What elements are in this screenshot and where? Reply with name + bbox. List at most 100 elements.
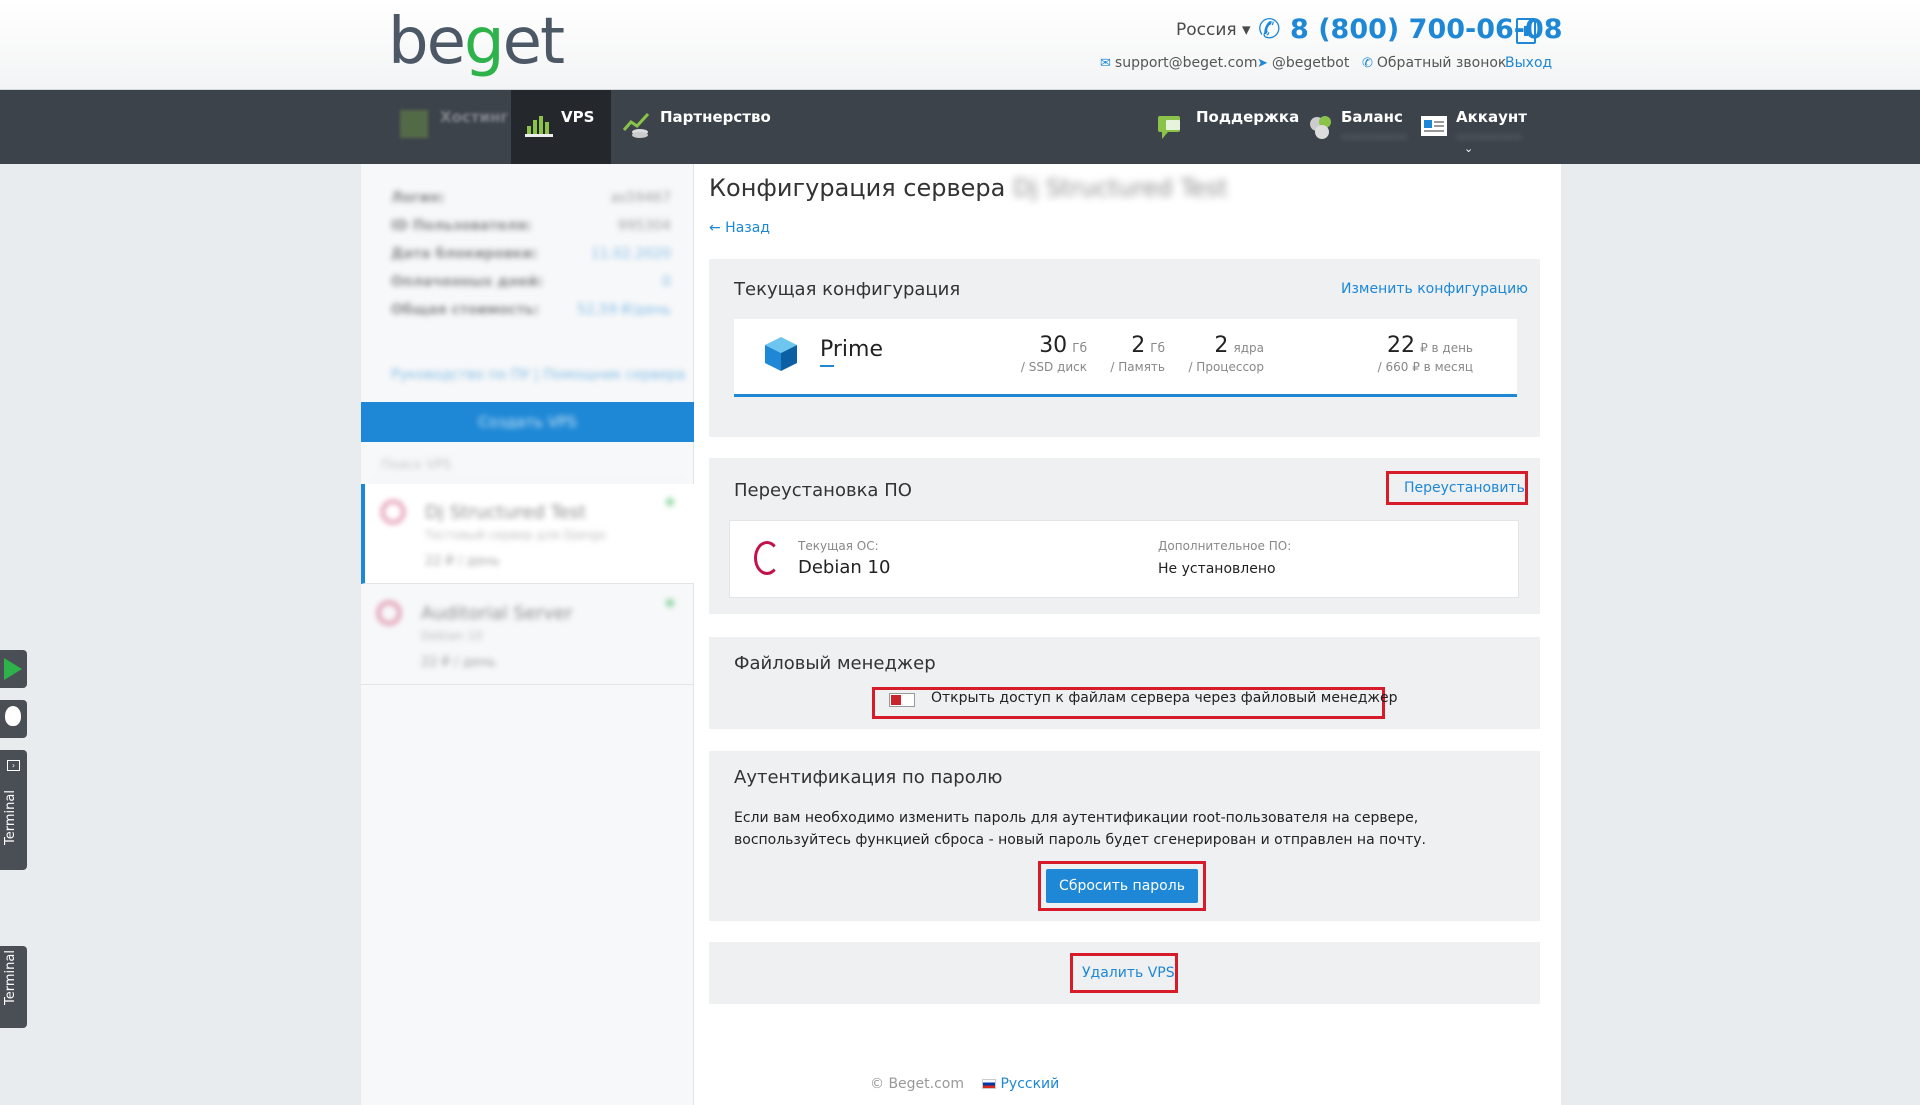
nav-vps[interactable]: VPS — [511, 90, 611, 164]
stat-row: Дата блокировки: 11.02.2020 — [391, 246, 671, 274]
nav-partnership[interactable]: Партнерство — [620, 90, 780, 164]
file-manager-card: Файловый менеджер Открыть доступ к файла… — [709, 637, 1540, 729]
server-price: 22 ₽ / день — [425, 554, 500, 569]
support-email[interactable]: ✉ support@beget.com — [1100, 55, 1258, 71]
create-vps-button[interactable]: Создать VPS — [361, 402, 694, 442]
logout-link[interactable]: Выход — [1505, 55, 1552, 71]
os-info-box: Текущая ОС: Debian 10 Дополнительное ПО:… — [729, 520, 1519, 598]
auth-description: Если вам необходимо изменить пароль для … — [734, 810, 1426, 848]
russia-flag-icon — [982, 1079, 997, 1089]
telegram-icon: ➤ — [1257, 56, 1268, 71]
stat-value: 995304 — [617, 218, 671, 234]
terminal-tab[interactable]: Terminal — [0, 946, 27, 1028]
stat-value: as59467 — [610, 190, 671, 206]
search-vps-input[interactable]: Поиск VPS — [371, 451, 684, 481]
google-play-button[interactable] — [0, 650, 27, 688]
extra-software-value: Не установлено — [1158, 561, 1276, 577]
vps-chart-icon — [525, 116, 553, 137]
current-os-label: Текущая ОС: — [798, 539, 879, 553]
file-manager-title: Файловый менеджер — [734, 653, 936, 674]
nav-hosting-label: Хостинг — [440, 108, 509, 126]
callback-text: Обратный звонок — [1376, 55, 1507, 71]
balance-amount: —————— — [1341, 130, 1407, 143]
folder-icon — [400, 110, 428, 138]
stat-value: 52,59 ₽/день — [577, 302, 671, 318]
password-auth-card: Аутентификация по паролю Если вам необхо… — [709, 751, 1540, 921]
footer: © Beget.com Русский — [870, 1076, 1059, 1092]
beget-logo[interactable]: beget — [388, 2, 565, 82]
nav-support-label: Поддержка — [1196, 108, 1300, 126]
server-description: Debian 10 — [421, 629, 483, 643]
reinstall-card: Переустановка ПО Переустановить Текущая … — [709, 458, 1540, 614]
plan-underline — [820, 365, 834, 367]
exit-door-icon[interactable] — [1516, 18, 1536, 44]
mail-icon: ✉ — [1100, 56, 1111, 71]
account-card-icon — [1421, 116, 1447, 136]
price-unit: ₽ в день — [1420, 341, 1473, 355]
nav-vps-label: VPS — [561, 108, 595, 126]
file-manager-toggle[interactable] — [889, 693, 915, 707]
stat-label: ID Пользователя: — [391, 218, 532, 234]
create-vps-label: Создать VPS — [478, 413, 577, 431]
server-description: Тестовый сервер для Django — [425, 528, 606, 542]
reinstall-link[interactable]: Переустановить — [1404, 480, 1525, 496]
auth-title: Аутентификация по паролю — [734, 767, 1003, 788]
extra-software-label: Дополнительное ПО: — [1158, 539, 1292, 553]
server-name: Dj Structured Test — [425, 502, 586, 523]
terminal-icon: › — [7, 760, 20, 771]
terminal-tab[interactable]: › Terminal — [0, 750, 27, 870]
sidebar: Логин: as59467 ID Пользователя: 995304 Дат… — [361, 164, 694, 1105]
debian-swirl-icon — [754, 541, 780, 575]
terminal-label: Terminal — [3, 950, 18, 1005]
reset-password-button[interactable]: Сбросить пароль — [1046, 869, 1198, 903]
debian-icon — [377, 601, 401, 625]
nav-support[interactable]: Поддержка — [1154, 90, 1299, 164]
telegram-link[interactable]: ➤ @begetbot — [1257, 55, 1349, 71]
nav-hosting[interactable]: Хостинг — [390, 90, 510, 164]
current-config-card: Текущая конфигурация Изменить конфигурац… — [709, 259, 1540, 437]
chevron-down-icon[interactable]: ⌄ — [1464, 142, 1473, 155]
price-value: 22 — [1386, 333, 1415, 358]
spec-cpu: 2 ядра / Процессор — [1188, 333, 1264, 374]
stat-row: ID Пользователя: 995304 — [391, 218, 671, 246]
callback-link[interactable]: ✆ Обратный звонок — [1362, 55, 1506, 71]
stat-value: 0 — [662, 274, 671, 290]
ssd-caption: / SSD диск — [1020, 360, 1087, 374]
server-list-item[interactable]: Auditorial Server Debian 10 22 ₽ / день — [361, 585, 694, 685]
back-link[interactable]: ← Назад — [709, 220, 770, 236]
debian-icon — [381, 500, 405, 524]
stat-label: Логин: — [391, 190, 445, 206]
language-selector[interactable]: Русский — [982, 1076, 1059, 1092]
ram-value: 2 — [1131, 333, 1146, 358]
change-config-link[interactable]: Изменить конфигурацию — [1341, 281, 1528, 297]
guide-link[interactable]: Руководство по ПУ | Помощник сервера — [391, 367, 685, 383]
cpu-unit: ядра — [1233, 341, 1265, 355]
reinstall-title: Переустановка ПО — [734, 480, 912, 501]
cpu-caption: / Процессор — [1188, 360, 1264, 374]
server-price: 22 ₽ / день — [421, 655, 496, 670]
region-selector[interactable]: Россия ▾ — [1176, 20, 1251, 40]
server-name-title: Dj Structured Test — [1012, 174, 1228, 202]
config-summary: Prime 30 Гб / SSD диск 2 Гб / Память 2 я… — [734, 319, 1517, 397]
current-os-value: Debian 10 — [798, 557, 891, 578]
status-dot-icon — [666, 599, 674, 607]
page-title-text: Конфигурация сервера — [709, 174, 1006, 202]
nav-account[interactable]: Аккаунт —————— ⌄ — [1418, 90, 1528, 164]
server-cube-icon — [765, 337, 797, 371]
ram-unit: Гб — [1150, 341, 1165, 355]
support-chat-icon — [1158, 116, 1180, 139]
delete-vps-link[interactable]: Удалить VPS — [1082, 965, 1175, 981]
support-email-text: support@beget.com — [1114, 55, 1258, 71]
copyright: © Beget.com — [870, 1076, 965, 1092]
terminal-label: Terminal — [3, 790, 18, 845]
apple-icon — [5, 706, 21, 726]
server-list-item[interactable]: Dj Structured Test Тестовый сервер для D… — [361, 484, 694, 584]
ssd-unit: Гб — [1072, 341, 1087, 355]
file-manager-toggle-label[interactable]: Открыть доступ к файлам сервера через фа… — [931, 690, 1398, 706]
app-store-button[interactable] — [0, 700, 27, 738]
coins-icon — [1310, 116, 1331, 139]
config-title: Текущая конфигурация — [734, 279, 961, 300]
play-store-icon — [4, 658, 22, 680]
price-caption: / 660 ₽ в месяц — [1377, 360, 1473, 374]
nav-balance[interactable]: Баланс —————— — [1305, 90, 1415, 164]
